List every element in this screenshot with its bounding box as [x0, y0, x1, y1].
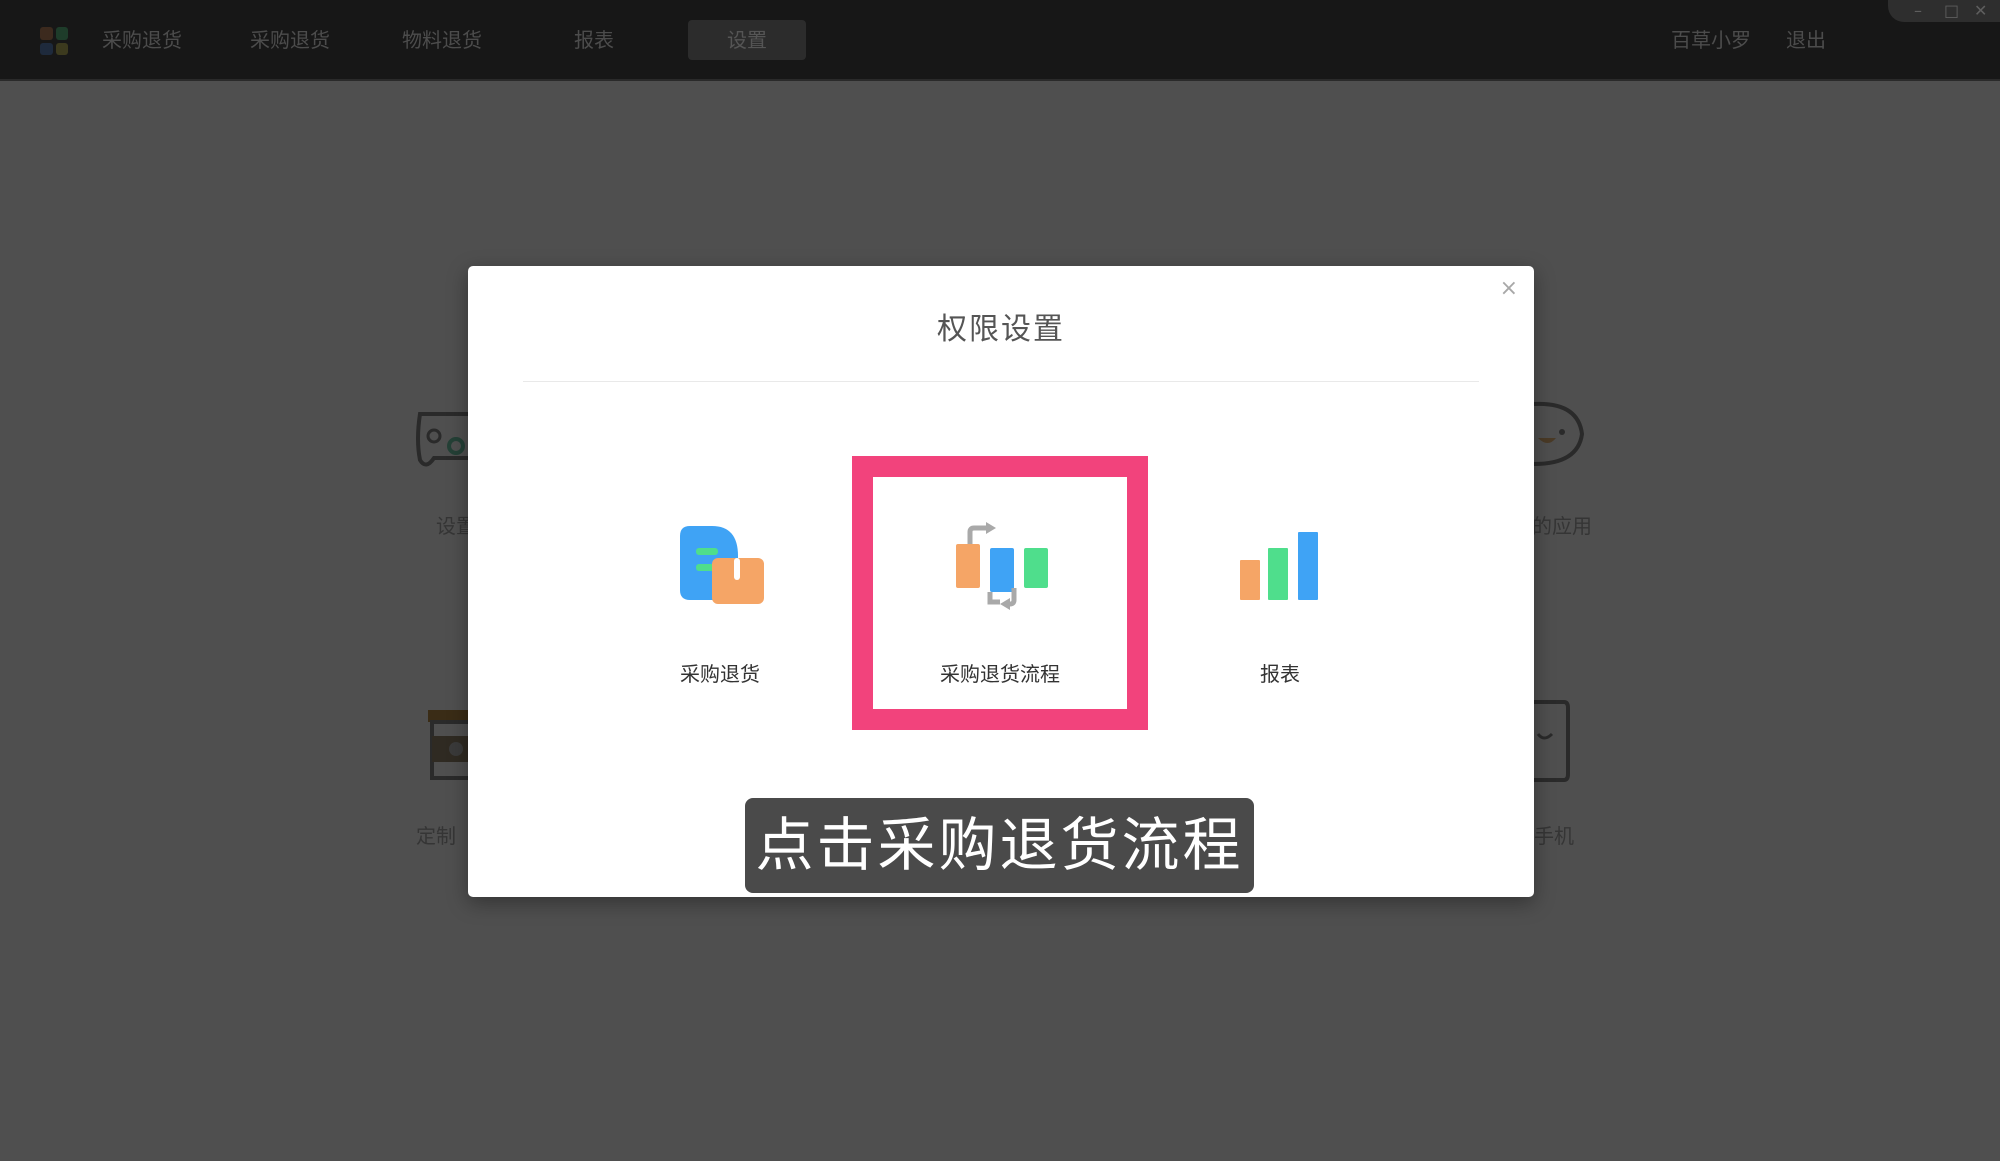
divider [523, 381, 1479, 382]
nav-material-return[interactable]: 物料退货 [394, 20, 490, 60]
coffee-cup-icon [428, 710, 470, 780]
report-chart-icon [1240, 532, 1318, 600]
bg-label-apps: 的应用 [1532, 514, 1592, 538]
close-icon[interactable]: × [1500, 276, 1518, 301]
window-controls: – □ ✕ [1888, 0, 2000, 22]
maximize-icon[interactable]: □ [1944, 0, 1959, 22]
nav-settings[interactable]: 设置 [688, 20, 806, 60]
dialog-title: 权限设置 [937, 312, 1065, 347]
mobile-phone-icon [1534, 700, 1570, 782]
app-logo-icon [40, 27, 68, 55]
close-window-icon[interactable]: ✕ [1974, 0, 1987, 22]
minimize-icon[interactable]: – [1914, 0, 1922, 22]
purchase-return-icon [680, 526, 764, 604]
smiley-icon [1534, 401, 1585, 466]
highlight-frame [852, 456, 1148, 730]
bg-label-custom: 定制 [416, 824, 456, 848]
user-name[interactable]: 百草小罗 [1664, 20, 1758, 60]
instruction-caption: 点击采购退货流程 [745, 798, 1254, 893]
gamepad-icon [416, 412, 472, 467]
nav-purchase-return-home[interactable]: 采购退货 [96, 20, 188, 60]
permission-item-label: 报表 [1260, 662, 1300, 686]
nav-purchase-return[interactable]: 采购退货 [242, 20, 338, 60]
bg-label-phone: 手机 [1534, 824, 1574, 848]
permission-item-report[interactable]: 报表 [1180, 532, 1380, 686]
permission-item-purchase-return[interactable]: 采购退货 [620, 526, 820, 686]
logout-button[interactable]: 退出 [1780, 20, 1832, 60]
nav-report[interactable]: 报表 [546, 20, 642, 60]
permission-item-label: 采购退货 [680, 662, 760, 686]
top-bar: 采购退货 采购退货 物料退货 报表 设置 百草小罗 退出 – □ ✕ [0, 0, 2000, 81]
